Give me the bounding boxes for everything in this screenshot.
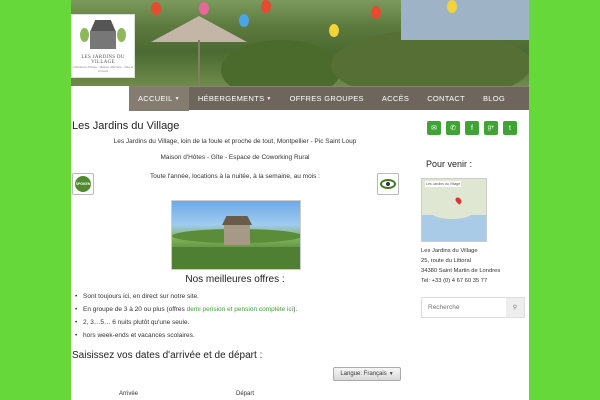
list-item-text: ). xyxy=(293,306,298,313)
main-nav: ACCUEIL ▼ HÉBERGEMENTS ▼ OFFRES GROUPES … xyxy=(129,86,529,111)
nav-item-accueil[interactable]: ACCUEIL ▼ xyxy=(129,86,189,111)
address-block: Les Jardins du Village 25, route du Litt… xyxy=(421,246,500,286)
spoken-badge[interactable]: SPOKEN xyxy=(72,173,94,195)
site-logo[interactable]: LES JARDINS DU VILLAGE Chambres d'hôtes … xyxy=(71,14,135,78)
list-item: hors week-ends et vacances scolaires. xyxy=(75,329,297,342)
intro-text: Toute l'année, locations à la nuitée, à … xyxy=(150,173,320,180)
balloon-pink xyxy=(199,2,209,15)
map-sea xyxy=(422,215,486,241)
chevron-down-icon: ▼ xyxy=(388,371,394,377)
description: Maison d'Hôtes - Gîte - Espace de Cowork… xyxy=(160,154,310,161)
address-phone: Tel: +33 (0) 4 67 60 35 77 xyxy=(421,278,488,284)
house-icon xyxy=(80,20,126,52)
balloon-red-3 xyxy=(371,6,381,19)
email-icon[interactable]: ✉ xyxy=(427,121,441,135)
header-banner: LES JARDINS DU VILLAGE Chambres d'hôtes … xyxy=(71,0,529,86)
nav-item-blog[interactable]: BLOG xyxy=(474,87,514,111)
logo-name: LES JARDINS DU VILLAGE xyxy=(81,55,125,65)
nav-item-label: CONTACT xyxy=(427,94,465,103)
balloon-blue xyxy=(239,14,249,27)
map-label: Les Jardins du Village xyxy=(425,181,462,187)
list-item-text: En groupe de 3 à 20 ou plus (offres xyxy=(83,306,187,313)
language-select[interactable]: Langue: Français ▼ xyxy=(333,367,401,381)
list-item: 2, 3…5… 6 nuits plutôt qu'une seule. xyxy=(75,316,297,329)
list-item: Sont toujours ici, en direct sur notre s… xyxy=(75,290,297,303)
logo-tagline: Chambres d'hôtes · Maison d'Écoute · Gît… xyxy=(72,65,134,73)
list-item: En groupe de 3 à 20 ou plus (offres demi… xyxy=(75,303,298,316)
language-select-value: Langue: Français xyxy=(340,371,387,377)
list-item-text: hors week-ends et vacances scolaires. xyxy=(83,332,195,339)
balloon-yellow-2 xyxy=(447,0,457,13)
house-photo[interactable] xyxy=(171,200,301,270)
location-map[interactable]: Les Jardins du Village xyxy=(421,178,487,242)
parasol-pole xyxy=(198,40,200,84)
eye-badge[interactable] xyxy=(377,173,399,195)
page-title: Les Jardins du Village xyxy=(72,120,180,132)
chevron-down-icon: ▼ xyxy=(266,95,272,102)
nav-item-offres-groupes[interactable]: OFFRES GROUPES xyxy=(281,87,373,111)
nav-item-label: ACCUEIL xyxy=(138,94,173,103)
map-coast xyxy=(432,207,472,219)
spoken-badge-label: SPOKEN xyxy=(75,176,91,192)
search-box: ⚲ xyxy=(421,297,525,318)
list-item-text: 2, 3…5… 6 nuits plutôt qu'une seule. xyxy=(83,319,190,326)
balloon-red-2 xyxy=(261,0,271,13)
google-plus-icon[interactable]: g+ xyxy=(484,121,498,135)
search-input[interactable] xyxy=(422,298,508,317)
twitter-icon[interactable]: t xyxy=(503,121,517,135)
facebook-icon[interactable]: f xyxy=(465,121,479,135)
dates-title: Saisissez vos dates d'arrivée et de dépa… xyxy=(72,350,263,361)
nav-item-label: ACCÈS xyxy=(381,94,410,103)
nav-item-acces[interactable]: ACCÈS xyxy=(373,87,418,111)
eye-icon xyxy=(380,179,396,189)
address-city: 34380 Saint Martin de Londres xyxy=(421,268,501,274)
balloon-red xyxy=(151,2,161,15)
search-icon[interactable]: ⚲ xyxy=(506,298,524,317)
page: LES JARDINS DU VILLAGE Chambres d'hôtes … xyxy=(71,0,529,400)
parasol-image xyxy=(151,16,247,42)
phone-icon[interactable]: ✆ xyxy=(446,121,460,135)
nav-item-hebergements[interactable]: HÉBERGEMENTS ▼ xyxy=(189,87,281,111)
map-pin-icon xyxy=(454,196,463,205)
pension-link[interactable]: demi pension et pension complète ici xyxy=(187,306,294,313)
address-street: 25, route du Littoral xyxy=(421,258,471,264)
nav-item-label: HÉBERGEMENTS xyxy=(197,94,265,103)
list-item-text: Sont toujours ici, en direct sur notre s… xyxy=(83,293,199,300)
directions-title: Pour venir : xyxy=(426,159,473,169)
offers-list: Sont toujours ici, en direct sur notre s… xyxy=(75,290,298,342)
subtitle: Les Jardins du Village, loin de la foule… xyxy=(113,138,357,145)
nav-item-label: BLOG xyxy=(483,94,506,103)
nav-item-label: OFFRES GROUPES xyxy=(289,94,364,103)
departure-label: Départ xyxy=(236,391,255,397)
arrival-label: Arrivée xyxy=(119,391,139,397)
address-name: Les Jardins du Village xyxy=(421,248,478,254)
balloon-yellow xyxy=(329,24,339,37)
chevron-down-icon: ▼ xyxy=(174,95,180,102)
nav-item-contact[interactable]: CONTACT xyxy=(418,87,474,111)
offers-title: Nos meilleures offres : xyxy=(185,274,285,285)
